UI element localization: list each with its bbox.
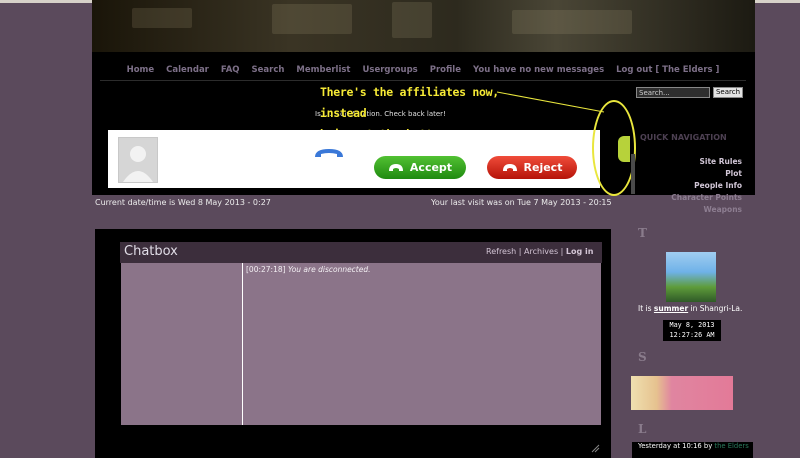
side-item-site-rules[interactable]: Site Rules [620,156,750,168]
recent-post-author[interactable]: the Elders [714,442,748,450]
accept-call-button[interactable]: Accept [374,156,466,179]
avatar-placeholder-icon [118,137,158,183]
recent-post: Yesterday at 10:16 by the Elders [632,442,753,458]
nav-messages[interactable]: You have no new messages [467,62,610,80]
nav-calendar[interactable]: Calendar [160,62,215,80]
side-item-character-points[interactable]: Character Points [620,192,750,204]
side-item-plot[interactable]: Plot [620,168,750,180]
quick-navigation-heading: QUICK NAVIGATION [640,133,727,142]
phone-accept-icon [388,163,403,171]
chatbox-login-link[interactable]: Log in [566,247,594,256]
chatbox-title: Chatbox [124,244,178,259]
sidebar-heading-l: L [638,422,647,436]
season-suffix: in Shangri-La. [690,304,743,313]
last-visit: Your last visit was on Tue 7 May 2013 - … [431,198,612,207]
annotation-line-1: There's the affiliates now, instead [320,85,499,120]
nav-logout[interactable]: Log out [ The Elders ] [610,62,725,80]
phone-handset-icon [315,149,343,157]
season-word: summer [653,304,689,313]
nav-memberlist[interactable]: Memberlist [290,62,356,80]
nav-search[interactable]: Search [246,62,291,80]
chatbox-message-text: You are disconnected. [287,265,371,274]
nav-faq[interactable]: FAQ [215,62,246,80]
clock-date: May 8, 2013 [669,321,715,329]
reject-label: Reject [523,161,563,174]
accept-label: Accept [409,161,453,174]
resize-handle-icon[interactable] [590,443,600,453]
chatbox-message: [00:27:18] You are disconnected. [246,265,371,274]
search-input[interactable]: Search... [636,87,710,98]
current-datetime: Current date/time is Wed 8 May 2013 - 0:… [95,198,271,207]
season-text: It is summer in Shangri-La. [638,304,742,313]
nav-profile[interactable]: Profile [424,62,467,80]
chatbox-message-time: [00:27:18] [246,265,286,274]
chatbox-messages [243,263,601,425]
reject-call-button[interactable]: Reject [487,156,577,179]
sidebar-heading-t: T [638,226,647,240]
clock-time: 12:27:26 AM [669,331,715,339]
chatbox-links: Refresh | Archives | Log in [486,247,593,256]
recent-post-text: Yesterday at 10:16 by [638,442,713,450]
season-image [666,252,716,302]
side-item-weapons[interactable]: Weapons [620,204,750,216]
character-banner-image [631,376,733,410]
chatbox-refresh-link[interactable]: Refresh [486,247,516,256]
nav-home[interactable]: Home [121,62,161,80]
clock-widget: May 8, 2013 12:27:26 AM [663,320,721,341]
main-navigation: Home Calendar FAQ Search Memberlist User… [100,62,746,81]
side-menu: Site Rules Plot People Info Character Po… [620,156,750,216]
forum-header-banner [92,0,755,52]
nav-usergroups[interactable]: Usergroups [357,62,424,80]
chatbox-archives-link[interactable]: Archives [524,247,558,256]
chatbox-user-list [121,263,242,425]
side-item-people-info[interactable]: People Info [620,180,750,192]
search-button[interactable]: Search [713,87,743,98]
season-prefix: It is [638,304,652,313]
phone-hangup-icon [502,163,517,171]
sidebar-heading-s: S [638,350,647,364]
